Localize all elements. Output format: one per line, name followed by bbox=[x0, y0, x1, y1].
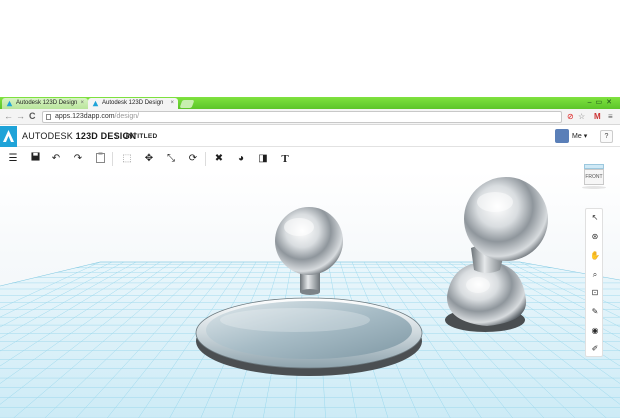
viewcube[interactable]: FRONT bbox=[582, 164, 606, 190]
group-icon[interactable]: ◨ bbox=[256, 152, 270, 166]
url-path: /design/ bbox=[114, 113, 140, 120]
close-icon[interactable]: × bbox=[170, 98, 174, 109]
rotate-icon[interactable]: ⟳ bbox=[186, 152, 200, 166]
page-icon bbox=[46, 114, 51, 120]
fit-view-icon[interactable]: ⊡ bbox=[589, 287, 601, 299]
chrome-menu-icon[interactable]: ≡ bbox=[608, 111, 613, 122]
tab-title: Autodesk 123D Design bbox=[16, 100, 78, 106]
material-icon[interactable]: ✐ bbox=[589, 343, 601, 355]
zoom-selected-icon[interactable]: ✎ bbox=[589, 306, 601, 318]
new-tab-button[interactable] bbox=[179, 100, 195, 108]
zoom-icon[interactable]: ⌕ bbox=[589, 269, 601, 281]
help-button[interactable]: ? bbox=[600, 130, 613, 143]
menu-icon[interactable]: ☰ bbox=[6, 152, 20, 166]
document-title[interactable]: UNTITLED bbox=[123, 133, 158, 140]
viewcube-shadow bbox=[582, 186, 606, 189]
app-brand: AUTODESK 123D DESIGN bbox=[22, 131, 136, 141]
scale-icon[interactable]: ⤡ bbox=[164, 152, 178, 166]
clipboard-shape bbox=[95, 152, 105, 163]
viewcube-front-face[interactable]: FRONT bbox=[584, 169, 604, 185]
redo-icon[interactable]: ↷ bbox=[71, 152, 85, 166]
undo-icon[interactable]: ↶ bbox=[49, 152, 63, 166]
construct-tools-icon[interactable]: ✖ bbox=[212, 152, 226, 166]
gmail-icon[interactable]: M bbox=[594, 111, 601, 122]
star-icon[interactable]: ☆ bbox=[578, 111, 585, 122]
move-icon[interactable]: ✥ bbox=[142, 152, 156, 166]
combine-icon[interactable]: ◕ bbox=[234, 152, 248, 166]
user-menu[interactable]: Me ▾ bbox=[572, 132, 587, 140]
navigation-bar: ↖ ⊛ ✋ ⌕ ⊡ ✎ ◉ ✐ bbox=[585, 208, 603, 357]
close-icon[interactable]: × bbox=[80, 98, 84, 109]
visibility-eye-icon[interactable]: ◉ bbox=[589, 325, 601, 337]
main-toolbar: ☰ ↶ ↷ ⬚ ✥ ⤡ ⟳ ✖ ◕ ◨ T bbox=[0, 147, 620, 171]
text-tool-icon[interactable]: T bbox=[278, 152, 292, 166]
browser-tab-strip: Autodesk 123D Design × Autodesk 123D Des… bbox=[0, 97, 620, 109]
browser-toolbar: ← → C apps.123dapp.com/design/ ⊘ ☆ M ≡ bbox=[0, 109, 620, 125]
user-avatar[interactable] bbox=[555, 129, 569, 143]
blank-region bbox=[0, 0, 620, 97]
select-pointer-icon[interactable]: ↖ bbox=[589, 212, 601, 224]
tab-title: Autodesk 123D Design bbox=[102, 100, 164, 106]
window-controls[interactable]: –▭✕ bbox=[588, 98, 616, 106]
adblock-icon[interactable]: ⊘ bbox=[567, 111, 574, 122]
workplane-scene bbox=[0, 177, 620, 418]
autodesk-logo[interactable] bbox=[0, 126, 17, 147]
clipboard-icon[interactable] bbox=[93, 152, 107, 166]
url-host: apps.123dapp.com bbox=[55, 113, 115, 120]
app-header: AUTODESK 123D DESIGN \ UNTITLED Me ▾ ? bbox=[0, 126, 620, 147]
3d-viewport[interactable] bbox=[0, 171, 620, 418]
user-label: Me bbox=[572, 133, 582, 140]
autodesk-tab-icon bbox=[6, 100, 13, 107]
browser-tab-active[interactable]: Autodesk 123D Design × bbox=[88, 98, 178, 109]
toolbar-divider bbox=[112, 152, 113, 166]
brand-prefix: AUTODESK bbox=[22, 131, 73, 141]
toolbar-divider bbox=[205, 152, 206, 166]
back-arrow-icon[interactable]: ← bbox=[4, 111, 13, 122]
floppy-icon bbox=[30, 152, 40, 161]
address-bar[interactable]: apps.123dapp.com/design/ bbox=[42, 111, 562, 123]
chevron-down-icon: ▾ bbox=[583, 133, 588, 140]
select-icon[interactable]: ⬚ bbox=[120, 152, 134, 166]
orbit-icon[interactable]: ⊛ bbox=[589, 231, 601, 243]
reload-icon[interactable]: C bbox=[29, 111, 36, 122]
pan-hand-icon[interactable]: ✋ bbox=[589, 250, 601, 262]
title-separator: \ bbox=[115, 131, 118, 141]
forward-arrow-icon[interactable]: → bbox=[16, 111, 25, 122]
browser-tab-inactive[interactable]: Autodesk 123D Design × bbox=[2, 98, 88, 109]
autodesk-tab-icon bbox=[92, 100, 99, 107]
save-icon[interactable] bbox=[28, 152, 42, 166]
autodesk-a-icon bbox=[3, 130, 14, 142]
